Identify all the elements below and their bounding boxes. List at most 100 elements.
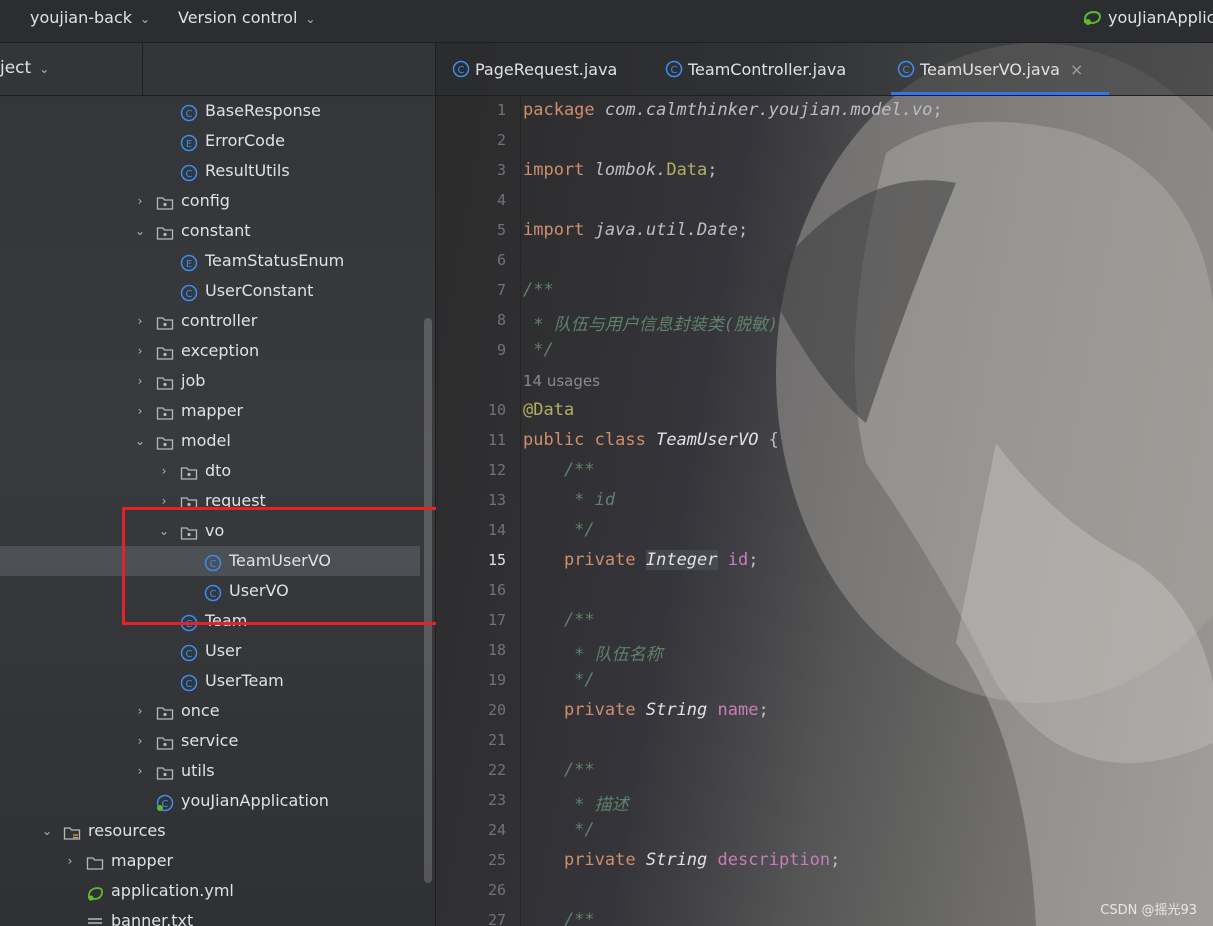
- line-number[interactable]: 2: [436, 131, 506, 149]
- line-number[interactable]: 13: [436, 491, 506, 509]
- chevron-right-icon[interactable]: ›: [157, 456, 171, 486]
- line-number[interactable]: 23: [436, 791, 506, 809]
- tree-item-utils[interactable]: › utils: [0, 756, 420, 786]
- package-icon: [156, 192, 174, 210]
- tree-item-model[interactable]: ⌄ model: [0, 426, 420, 456]
- chevron-right-icon[interactable]: ›: [133, 366, 147, 396]
- project-menu[interactable]: youjian-back ⌄: [30, 0, 150, 36]
- tab-label: PageRequest.java: [475, 60, 618, 79]
- run-configuration-selector[interactable]: youJianApplic: [1082, 6, 1213, 30]
- line-number[interactable]: 4: [436, 191, 506, 209]
- line-number[interactable]: 22: [436, 761, 506, 779]
- tab-page-request[interactable]: C PageRequest.java: [452, 43, 617, 95]
- tree-item-controller[interactable]: › controller: [0, 306, 420, 336]
- tree-item-job[interactable]: › job: [0, 366, 420, 396]
- tree-item-exception[interactable]: › exception: [0, 336, 420, 366]
- spring-class-icon: C: [156, 792, 174, 812]
- line-number[interactable]: 26: [436, 881, 506, 899]
- tree-item-label: TeamStatusEnum: [205, 251, 345, 270]
- chevron-right-icon[interactable]: ›: [133, 756, 147, 786]
- keyword: import: [523, 220, 585, 240]
- tree-item-config[interactable]: › config: [0, 186, 420, 216]
- line-number[interactable]: 8: [436, 311, 506, 329]
- line-number[interactable]: 18: [436, 641, 506, 659]
- chevron-right-icon[interactable]: ›: [133, 306, 147, 336]
- class-icon: C: [452, 60, 470, 78]
- enum-icon: E: [180, 252, 198, 272]
- close-icon[interactable]: ×: [1070, 60, 1083, 79]
- line-number[interactable]: 14: [436, 521, 506, 539]
- svg-text:C: C: [671, 65, 678, 76]
- chevron-right-icon[interactable]: ›: [133, 396, 147, 426]
- project-view-selector[interactable]: ject ⌄: [0, 58, 49, 78]
- field-name: id: [727, 550, 749, 570]
- code-line-f2-doc-open: /**: [523, 610, 595, 630]
- code-line-annotation: @Data: [523, 400, 575, 420]
- chevron-right-icon[interactable]: ›: [133, 726, 147, 756]
- line-number[interactable]: 19: [436, 671, 506, 689]
- line-number[interactable]: 10: [436, 401, 506, 419]
- tree-item-banner-txt[interactable]: banner.txt: [0, 906, 420, 926]
- class-icon: C: [180, 672, 198, 692]
- package-name: com.calmthinker.youjian.model.vo: [604, 100, 933, 120]
- code-line-f3-doc-open: /**: [523, 760, 595, 780]
- tree-item-userconstant[interactable]: C UserConstant: [0, 276, 420, 306]
- line-number[interactable]: 3: [436, 161, 506, 179]
- line-number[interactable]: 15: [436, 551, 506, 569]
- tree-item-service[interactable]: › service: [0, 726, 420, 756]
- line-number[interactable]: 16: [436, 581, 506, 599]
- tree-item-mapper[interactable]: › mapper: [0, 396, 420, 426]
- vcs-menu[interactable]: Version control ⌄: [178, 0, 315, 36]
- line-number[interactable]: 20: [436, 701, 506, 719]
- line-number[interactable]: 1: [436, 101, 506, 119]
- line-number[interactable]: 9: [436, 341, 506, 359]
- tree-item-label: UserConstant: [205, 281, 314, 300]
- chevron-right-icon[interactable]: ›: [63, 846, 77, 876]
- usages-hint[interactable]: 14 usages: [523, 372, 600, 390]
- chevron-down-icon[interactable]: ⌄: [133, 426, 147, 456]
- type-name: String: [645, 850, 708, 870]
- tree-item-resources[interactable]: ⌄ resources: [0, 816, 420, 846]
- code-line-f3-doc-close: */: [523, 820, 595, 840]
- tree-item-errorcode[interactable]: E ErrorCode: [0, 126, 420, 156]
- tree-item-label: config: [181, 191, 230, 210]
- line-number[interactable]: 27: [436, 911, 506, 926]
- header-divider: [142, 43, 143, 95]
- chevron-right-icon[interactable]: ›: [133, 696, 147, 726]
- chevron-down-icon[interactable]: ⌄: [40, 816, 54, 846]
- tree-item-label: banner.txt: [111, 911, 194, 926]
- tree-item-baseresponse[interactable]: C BaseResponse: [0, 96, 420, 126]
- line-number[interactable]: 25: [436, 851, 506, 869]
- tree-item-userteam[interactable]: C UserTeam: [0, 666, 420, 696]
- tree-item-youjianapplication[interactable]: CyouJianApplication: [0, 786, 420, 816]
- line-number[interactable]: 21: [436, 731, 506, 749]
- line-number[interactable]: 12: [436, 461, 506, 479]
- line-number[interactable]: 7: [436, 281, 506, 299]
- package-icon: [156, 342, 174, 360]
- chevron-down-icon[interactable]: ⌄: [133, 216, 147, 246]
- code-line-f1-doc-text: * id: [523, 490, 616, 510]
- tree-item-user[interactable]: C User: [0, 636, 420, 666]
- tree-item-once[interactable]: › once: [0, 696, 420, 726]
- tree-item-dto[interactable]: › dto: [0, 456, 420, 486]
- punctuation: ;: [737, 220, 749, 240]
- line-number[interactable]: 24: [436, 821, 506, 839]
- class-icon: C: [665, 60, 683, 78]
- tree-item-teamstatusenum[interactable]: E TeamStatusEnum: [0, 246, 420, 276]
- code-line-f1-doc-close: */: [523, 520, 595, 540]
- tree-item-mapper[interactable]: › mapper: [0, 846, 420, 876]
- chevron-right-icon[interactable]: ›: [133, 336, 147, 366]
- tab-team-user-vo[interactable]: C TeamUserVO.java ×: [890, 43, 1110, 95]
- code-editor[interactable]: C PageRequest.java C TeamController.java C…: [436, 43, 1213, 926]
- line-number[interactable]: 11: [436, 431, 506, 449]
- chevron-right-icon[interactable]: ›: [133, 186, 147, 216]
- tab-team-controller[interactable]: C TeamController.java: [665, 43, 846, 95]
- line-number[interactable]: 17: [436, 611, 506, 629]
- line-number[interactable]: 5: [436, 221, 506, 239]
- tree-item-application-yml[interactable]: application.yml: [0, 876, 420, 906]
- tree-item-constant[interactable]: ⌄ constant: [0, 216, 420, 246]
- run-config-label: youJianApplic: [1108, 8, 1213, 27]
- line-number[interactable]: 6: [436, 251, 506, 269]
- tree-item-resultutils[interactable]: C ResultUtils: [0, 156, 420, 186]
- editor-tab-bar: C PageRequest.java C TeamController.java C…: [436, 43, 1213, 96]
